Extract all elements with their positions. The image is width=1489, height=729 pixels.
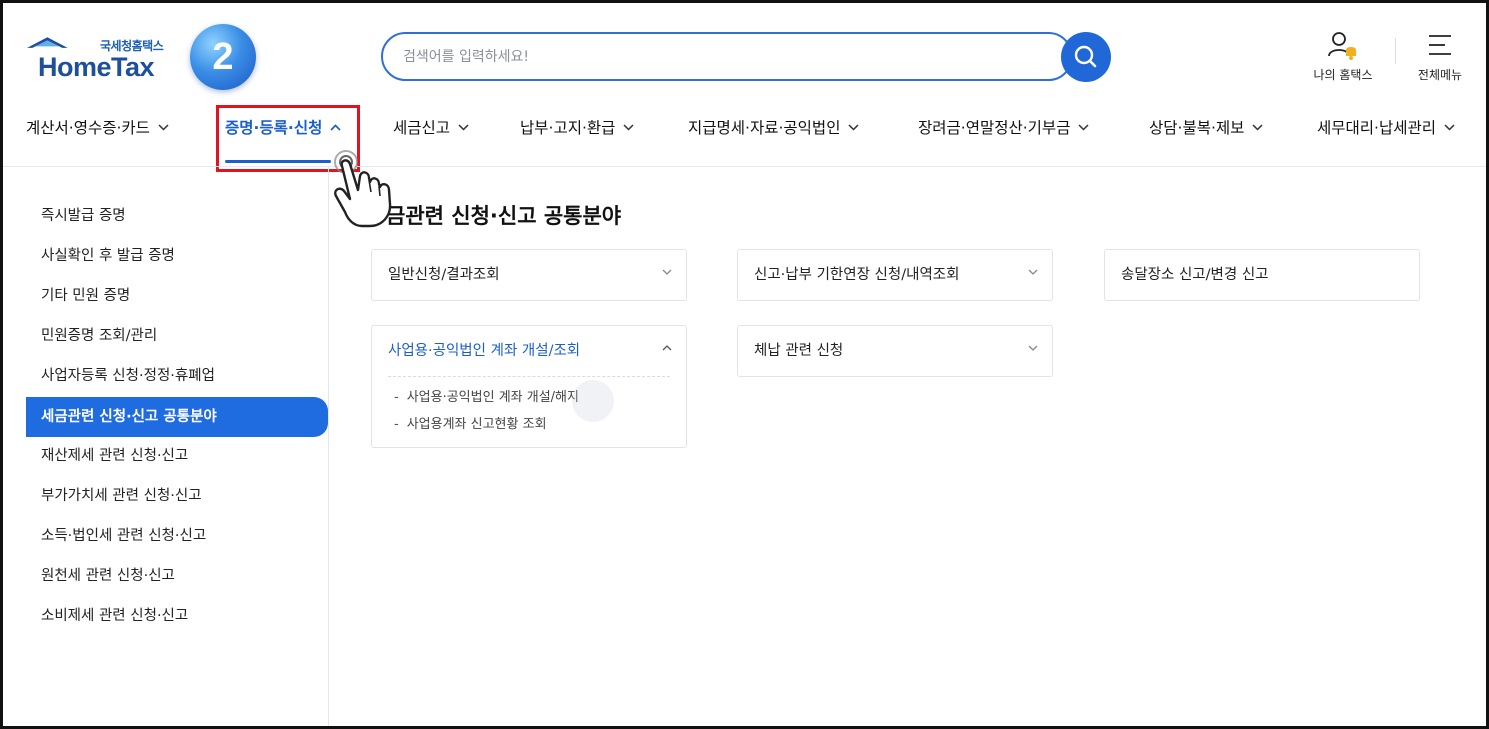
card-label: 일반신청/결과조회 [388, 267, 500, 283]
nav-item-invoices[interactable]: 계산서·영수증·카드 [26, 116, 169, 138]
sidebar-item-excise-tax[interactable]: 소비제세 관련 신청·신고 [26, 596, 328, 636]
search-input[interactable] [403, 34, 1043, 79]
nav-item-payment[interactable]: 납부·고지·환급 [520, 116, 634, 138]
sidebar-item-instant-certificate[interactable]: 즉시발급 증명 [26, 196, 328, 236]
nav-item-consultation[interactable]: 상담·불복·제보 [1149, 116, 1263, 138]
subitem-account-report-status[interactable]: - 사업용계좌 신고현황 조회 [372, 411, 686, 438]
hamburger-icon [1429, 35, 1451, 55]
page-title: 금관련 신청·신고 공통분야 [386, 204, 622, 228]
chevron-down-icon [1028, 345, 1038, 351]
card-deadline-extension[interactable]: 신고·납부 기한연장 신청/내역조회 [737, 249, 1053, 301]
step-number-badge: 2 [190, 24, 256, 90]
sidebar-item-vat[interactable]: 부가가치세 관련 신청·신고 [26, 476, 328, 516]
subitem-open-close-account[interactable]: - 사업용·공익법인 계좌 개설/해지 [372, 384, 686, 411]
subitem-label: 사업용계좌 신고현황 조회 [406, 417, 547, 432]
card-label: 송달장소 신고/변경 신고 [1121, 267, 1269, 283]
sidebar-item-business-registration[interactable]: 사업자등록 신청·정정·휴폐업 [26, 356, 328, 396]
pointer-hand-icon [334, 150, 392, 228]
chevron-down-icon [662, 269, 672, 275]
sidebar-item-verified-certificate[interactable]: 사실확인 후 발급 증명 [26, 236, 328, 276]
card-arrears-application[interactable]: 체납 관련 신청 [737, 325, 1053, 377]
nav-divider [0, 166, 1489, 167]
chevron-down-icon [1252, 124, 1263, 131]
full-menu-button[interactable]: 전체메뉴 [1412, 30, 1468, 83]
nav-label: 세무대리·납세관리 [1317, 119, 1437, 137]
my-hometax-button[interactable]: 나의 홈택스 [1310, 30, 1376, 83]
chevron-down-icon [1028, 269, 1038, 275]
sidebar-item-property-tax[interactable]: 재산제세 관련 신청·신고 [26, 436, 328, 476]
full-menu-label: 전체메뉴 [1417, 68, 1463, 82]
nav-item-tax-agent[interactable]: 세무대리·납세관리 [1317, 116, 1455, 138]
nav-label: 장려금·연말정산·기부금 [918, 119, 1071, 137]
sidebar-item-certificate-lookup[interactable]: 민원증명 조회/관리 [26, 316, 328, 356]
nav-label: 계산서·영수증·카드 [26, 119, 150, 137]
chevron-down-icon [623, 124, 634, 131]
card-divider [388, 376, 670, 377]
search-button[interactable] [1061, 32, 1111, 82]
sidebar-item-tax-common[interactable]: 세금관련 신청·신고 공통분야 [26, 397, 328, 437]
card-label: 체납 관련 신청 [754, 343, 844, 359]
chevron-down-icon [158, 124, 169, 131]
my-hometax-label: 나의 홈택스 [1313, 68, 1373, 82]
utility-divider [1395, 38, 1396, 64]
sidebar-item-withholding-tax[interactable]: 원천세 관련 신청·신고 [26, 556, 328, 596]
nav-label: 납부·고지·환급 [520, 119, 616, 137]
logo-wordmark[interactable]: HomeTax [38, 52, 155, 83]
card-general-application[interactable]: 일반신청/결과조회 [371, 249, 687, 301]
sidebar-item-income-corporate-tax[interactable]: 소득·법인세 관련 신청·신고 [26, 516, 328, 556]
nav-label: 상담·불복·제보 [1149, 119, 1245, 137]
card-label: 신고·납부 기한연장 신청/내역조회 [754, 267, 960, 283]
user-bell-icon [1328, 32, 1356, 60]
card-business-account[interactable]: 사업용·공익법인 계좌 개설/조회 - 사업용·공익법인 계좌 개설/해지 - 사업… [371, 325, 687, 448]
nav-label: 지급명세·자료·공익법인 [688, 119, 841, 137]
chevron-down-icon [848, 124, 859, 131]
chevron-up-icon [662, 345, 672, 351]
chevron-down-icon [458, 124, 469, 131]
subitem-label: 사업용·공익법인 계좌 개설/해지 [406, 390, 579, 405]
card-label: 사업용·공익법인 계좌 개설/조회 [388, 343, 581, 359]
search-icon [1074, 45, 1097, 68]
nav-item-tax-filing[interactable]: 세금신고 [393, 116, 469, 138]
sidebar-divider [328, 167, 329, 729]
nav-label: 세금신고 [393, 119, 451, 137]
nav-item-payment-statements[interactable]: 지급명세·자료·공익법인 [688, 116, 859, 138]
card-delivery-address[interactable]: 송달장소 신고/변경 신고 [1104, 249, 1420, 301]
chevron-down-icon [1444, 124, 1455, 131]
click-ripple [572, 380, 614, 422]
search-box [381, 32, 1073, 81]
sidebar-item-other-certificate[interactable]: 기타 민원 증명 [26, 276, 328, 316]
nav-item-incentives[interactable]: 장려금·연말정산·기부금 [918, 116, 1089, 138]
chevron-down-icon [1078, 124, 1089, 131]
